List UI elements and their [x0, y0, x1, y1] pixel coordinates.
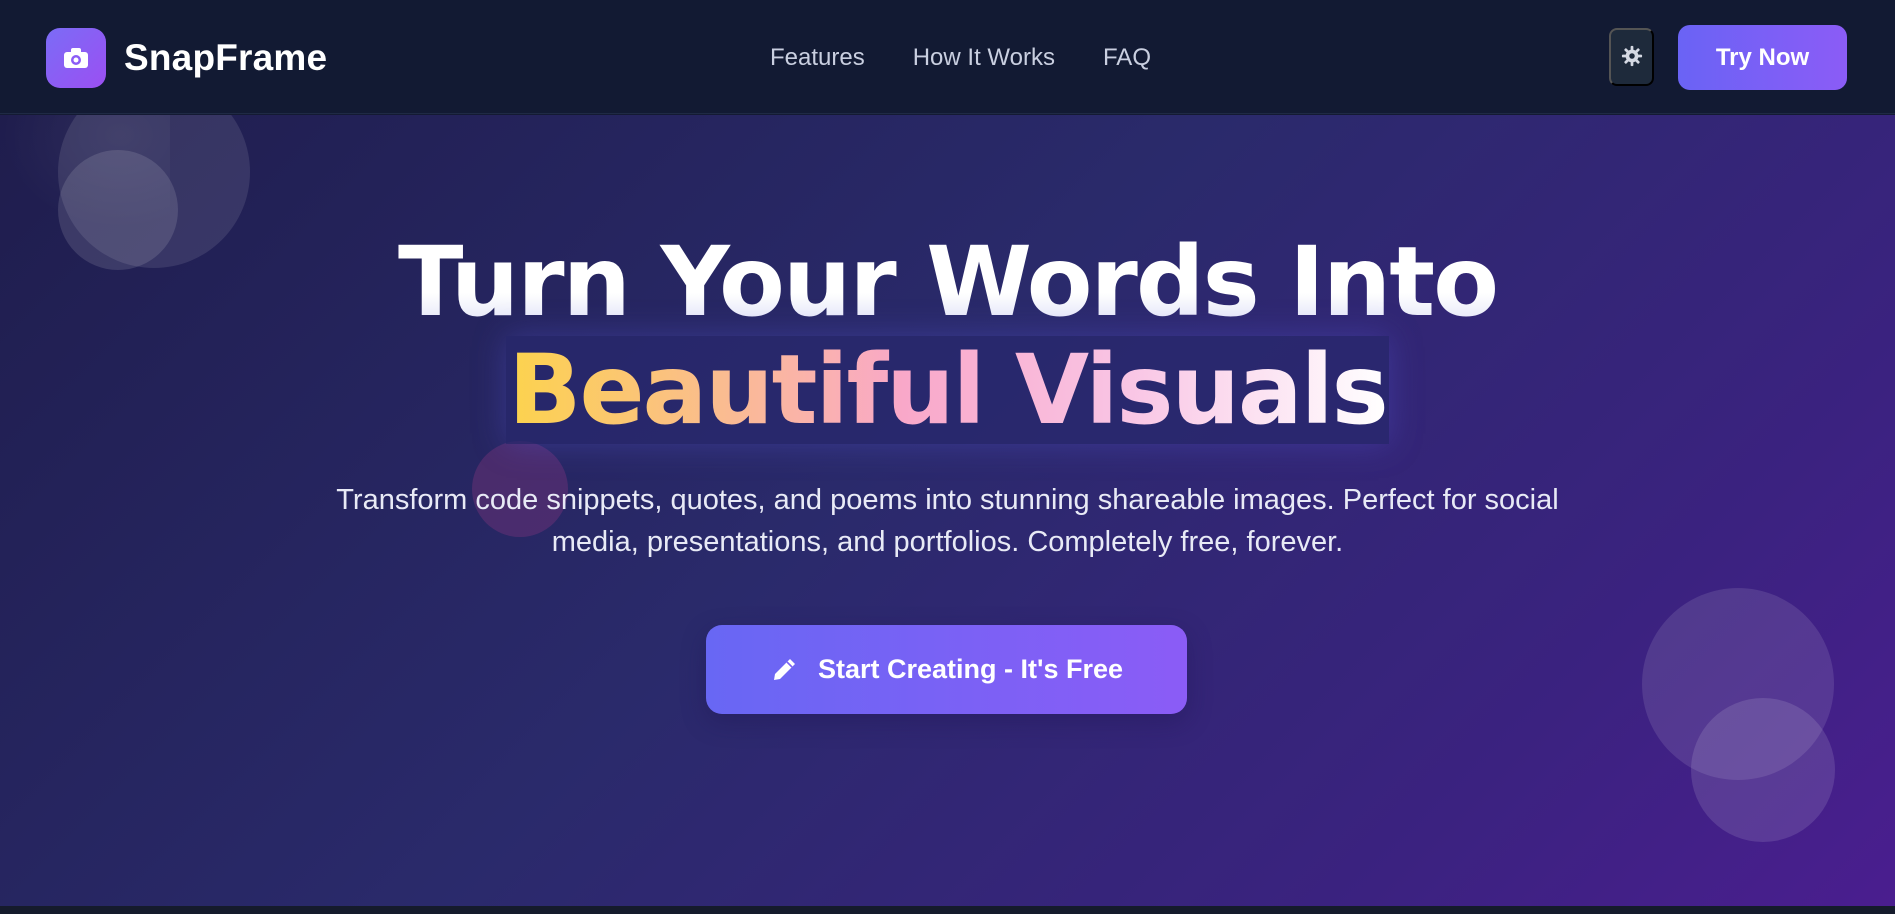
nav-link-how-it-works[interactable]: How It Works	[913, 40, 1055, 76]
gear-icon	[1621, 45, 1643, 70]
hero-headline: Turn Your Words Into Beautiful Visuals	[0, 228, 1895, 444]
hero-subtitle: Transform code snippets, quotes, and poe…	[336, 484, 1559, 558]
headline-line-2: Beautiful Visuals	[508, 334, 1388, 446]
try-now-button[interactable]: Try Now	[1678, 25, 1847, 90]
navbar: SnapFrame Features How It Works FAQ Try …	[0, 0, 1895, 114]
headline-line-1: Turn Your Words Into	[0, 228, 1895, 336]
nav-links: Features How It Works FAQ	[770, 40, 1151, 76]
start-creating-label: Start Creating - It's Free	[818, 654, 1123, 684]
pencil-icon	[770, 656, 798, 684]
bottom-strip	[0, 906, 1895, 914]
page: SnapFrame Features How It Works FAQ Try …	[0, 0, 1895, 914]
theme-toggle-button[interactable]	[1609, 28, 1654, 86]
camera-icon	[46, 28, 106, 88]
brand-link[interactable]: SnapFrame	[46, 28, 327, 88]
brand-name: SnapFrame	[124, 37, 328, 78]
nav-link-features[interactable]: Features	[770, 40, 865, 76]
nav-link-faq[interactable]: FAQ	[1103, 40, 1151, 76]
hero-section: Turn Your Words Into Beautiful Visuals T…	[0, 115, 1895, 906]
decorative-bubble	[1691, 698, 1835, 842]
headline-highlight: Beautiful Visuals	[506, 334, 1389, 446]
start-creating-button[interactable]: Start Creating - It's Free	[706, 625, 1187, 714]
